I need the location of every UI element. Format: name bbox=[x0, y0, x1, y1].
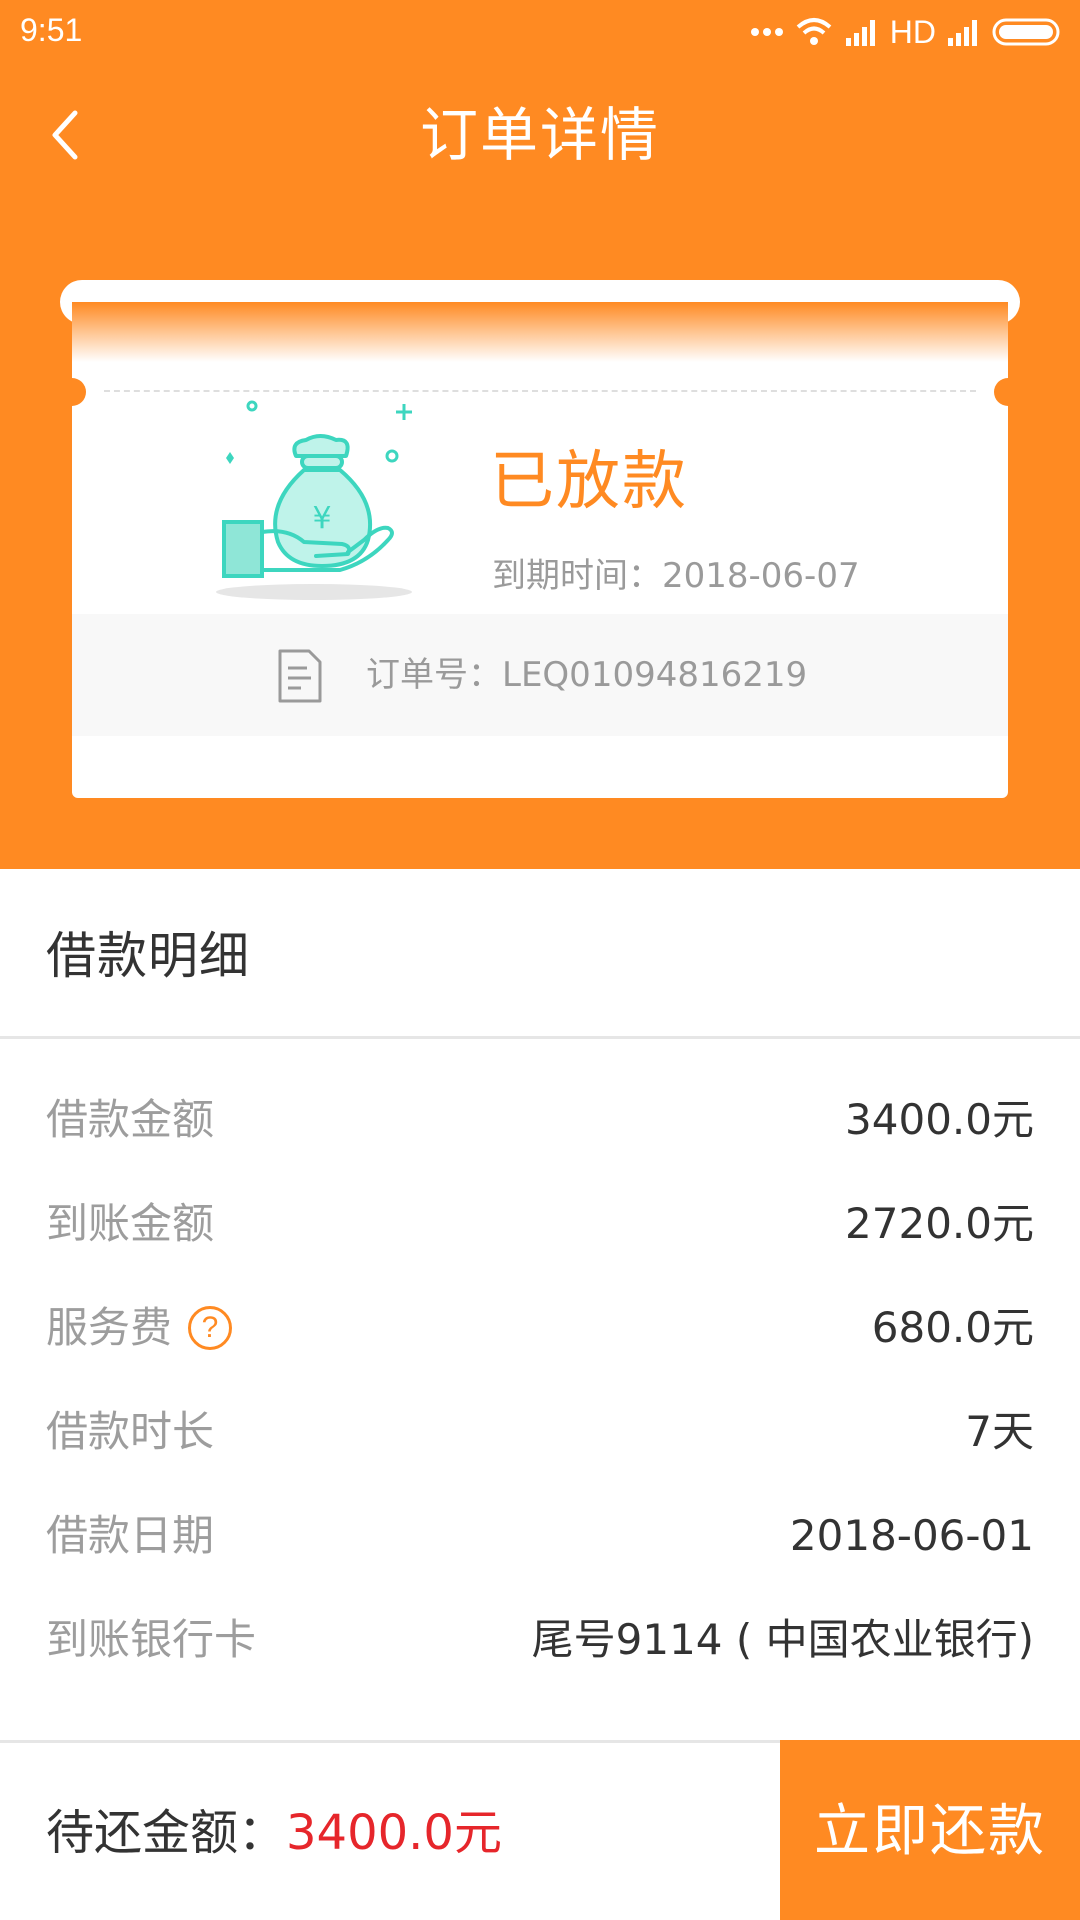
detail-row-loan-amount: 借款金额 3400.0元 bbox=[0, 1066, 1080, 1170]
page-title: 订单详情 bbox=[419, 101, 660, 169]
order-detail-page: 9:51 HD 订单详情 ¥ 已放款 到期时间：2018-06-07 订单号：L… bbox=[0, 0, 1080, 1920]
battery-icon bbox=[992, 18, 1060, 46]
detail-value: 尾号9114 ( 中国农业银行) bbox=[531, 1615, 1034, 1664]
loan-status: 已放款 bbox=[490, 445, 688, 519]
order-number-band: 订单号：LEQ01094816219 bbox=[72, 614, 1008, 736]
header-hero: 9:51 HD 订单详情 ¥ 已放款 到期时间：2018-06-07 订单号：L… bbox=[0, 0, 1080, 869]
pending-amount: 待还金额：3400.0元 bbox=[46, 1801, 502, 1865]
status-time: 9:51 bbox=[20, 12, 83, 48]
section-divider bbox=[0, 1036, 1080, 1039]
wifi-icon bbox=[796, 18, 832, 45]
due-date-value: 2018-06-07 bbox=[662, 556, 860, 596]
signal-icon bbox=[845, 20, 875, 46]
document-icon bbox=[278, 649, 322, 703]
signal-icon-2 bbox=[948, 20, 977, 46]
loan-details-list: 借款金额 3400.0元 到账金额 2720.0元 服务费 ? 680.0元 借… bbox=[0, 1066, 1080, 1690]
pending-amount-value: 3400.0元 bbox=[286, 1805, 502, 1861]
order-number-row: 订单号：LEQ01094816219 bbox=[366, 652, 807, 698]
network-type: HD bbox=[889, 14, 936, 50]
money-bag-hand-icon: ¥ bbox=[216, 400, 412, 600]
pending-amount-label: 待还金额： bbox=[46, 1805, 287, 1861]
detail-value: 2720.0元 bbox=[845, 1199, 1034, 1248]
repay-now-button[interactable]: 立即还款 bbox=[780, 1740, 1080, 1920]
detail-row-loan-date: 借款日期 2018-06-01 bbox=[0, 1482, 1080, 1586]
detail-label: 借款金额 bbox=[46, 1095, 215, 1144]
status-bar: 9:51 HD bbox=[0, 0, 1080, 62]
detail-label: 到账金额 bbox=[46, 1199, 215, 1248]
detail-label: 到账银行卡 bbox=[46, 1615, 257, 1664]
detail-row-received-amount: 到账金额 2720.0元 bbox=[0, 1170, 1080, 1274]
card-notch-left bbox=[72, 378, 86, 406]
order-number-value: LEQ01094816219 bbox=[502, 655, 808, 695]
nav-bar: 订单详情 bbox=[0, 80, 1080, 190]
order-number-label: 订单号： bbox=[366, 655, 502, 695]
detail-label: 借款日期 bbox=[46, 1511, 215, 1560]
detail-value: 7天 bbox=[965, 1407, 1034, 1456]
svg-text:¥: ¥ bbox=[312, 501, 331, 536]
due-date-label: 到期时间： bbox=[492, 556, 662, 596]
detail-label-text: 服务费 bbox=[46, 1303, 173, 1352]
loan-details-title: 借款明细 bbox=[46, 927, 250, 985]
detail-value: 2018-06-01 bbox=[789, 1511, 1034, 1560]
detail-row-service-fee: 服务费 ? 680.0元 bbox=[0, 1274, 1080, 1378]
bottom-action-bar: 待还金额：3400.0元 立即还款 bbox=[0, 1740, 1080, 1920]
detail-label: 借款时长 bbox=[46, 1407, 215, 1456]
detail-value: 3400.0元 bbox=[845, 1095, 1034, 1144]
detail-label-with-help: 服务费 ? bbox=[46, 1300, 233, 1356]
status-icons: HD bbox=[750, 10, 1064, 54]
more-dots-icon bbox=[750, 28, 783, 36]
question-circle-icon[interactable]: ? bbox=[188, 1306, 233, 1350]
detail-row-loan-term: 借款时长 7天 bbox=[0, 1378, 1080, 1482]
detail-row-bank-card: 到账银行卡 尾号9114 ( 中国农业银行) bbox=[0, 1586, 1080, 1690]
detail-value: 680.0元 bbox=[871, 1303, 1034, 1352]
due-date-row: 到期时间：2018-06-07 bbox=[492, 554, 860, 598]
card-notch-right bbox=[994, 378, 1008, 406]
order-status-card: ¥ 已放款 到期时间：2018-06-07 订单号：LEQ01094816219 bbox=[72, 302, 1008, 798]
card-shadow bbox=[72, 302, 1008, 362]
